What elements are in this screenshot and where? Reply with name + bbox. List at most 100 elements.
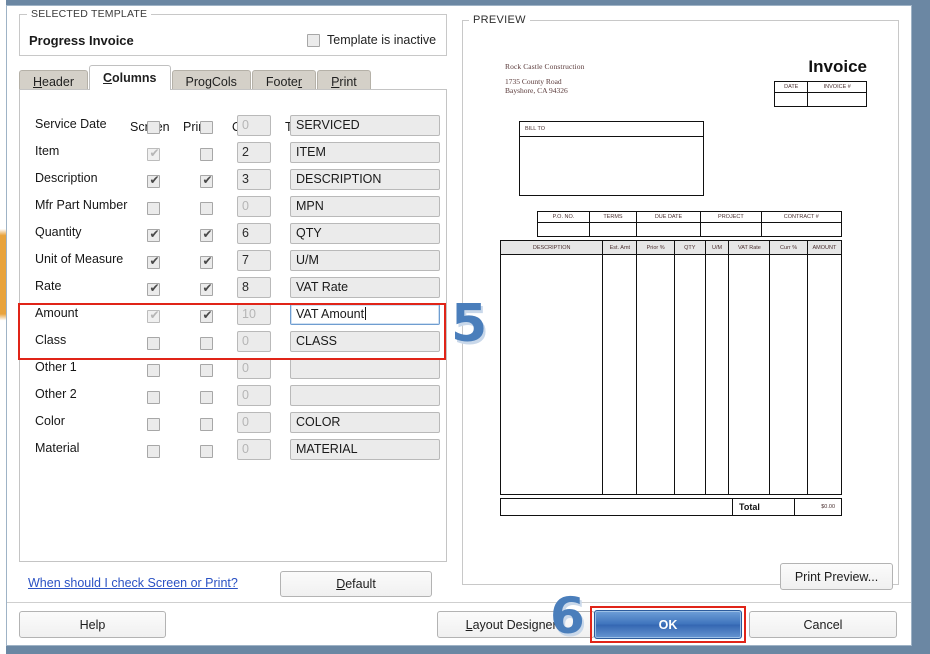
print-checkbox-cell [200,364,213,382]
title-input[interactable]: DESCRIPTION [290,169,440,190]
preview-legend: PREVIEW [469,14,530,26]
column-row: Other 2 0 [20,382,448,409]
screen-checkbox[interactable] [147,391,160,404]
title-input[interactable]: SERVICED [290,115,440,136]
print-checkbox[interactable] [200,445,213,458]
print-checkbox[interactable] [200,148,213,161]
screen-checkbox[interactable] [147,121,160,134]
order-input[interactable]: 0 [237,331,271,352]
title-input[interactable]: VAT Rate [290,277,440,298]
screen-checkbox[interactable] [147,418,160,431]
screen-checkbox[interactable] [147,173,161,188]
screen-checkbox[interactable] [147,202,160,215]
column-row-label: Description [35,171,98,185]
title-input[interactable]: CLASS [290,331,440,352]
print-checkbox[interactable] [200,227,214,242]
preview-date-value [773,92,809,107]
title-input[interactable]: ITEM [290,142,440,163]
title-input[interactable]: MPN [290,196,440,217]
order-input[interactable]: 8 [237,277,271,298]
screen-checkbox-cell [147,146,161,166]
print-checkbox[interactable] [200,281,214,296]
column-row: Item 2 ITEM [20,139,448,166]
column-row-label: Service Date [35,117,107,131]
preview-item-header: Prior % [636,240,675,255]
title-input[interactable]: U/M [290,250,440,271]
title-input[interactable]: QTY [290,223,440,244]
print-checkbox[interactable] [200,308,214,323]
column-row-label: Amount [35,306,79,320]
print-checkbox[interactable] [200,202,213,215]
order-input[interactable]: 2 [237,142,271,163]
preview-total-blank [500,498,733,516]
screen-checkbox[interactable] [147,227,161,242]
screen-print-help-link[interactable]: When should I check Screen or Print? [28,576,238,590]
order-input[interactable]: 0 [237,439,271,460]
tab-bar[interactable]: Header Columns Pro g Cols Foote r Print [19,65,372,92]
order-input[interactable]: 3 [237,169,271,190]
column-row-label: Unit of Measure [35,252,124,266]
title-input[interactable]: MATERIAL [290,439,440,460]
tab-columns[interactable]: Columns [89,65,171,90]
title-cell: CLASS [290,331,440,352]
title-input[interactable]: VAT Amount [290,304,440,325]
title-input[interactable]: COLOR [290,412,440,433]
screen-checkbox[interactable] [147,254,161,269]
screen-checkbox[interactable] [147,445,160,458]
screen-checkbox-cell [147,445,160,463]
order-cell: 10 [237,304,271,325]
template-inactive-row[interactable]: Template is inactive [307,33,436,47]
preview-item-header: AMOUNT [806,240,843,255]
preview-company-name: Rock Castle Construction [505,62,585,71]
order-input[interactable]: 10 [237,304,271,325]
screen-checkbox-cell [147,281,161,301]
print-checkbox[interactable] [200,337,213,350]
order-cell: 0 [237,412,271,433]
preview-meta-header: P.O. NO. [537,211,590,223]
column-row: Color 0 COLOR [20,409,448,436]
print-checkbox[interactable] [200,418,213,431]
print-checkbox[interactable] [200,364,213,377]
order-input[interactable]: 6 [237,223,271,244]
screen-checkbox[interactable] [147,337,160,350]
template-inactive-checkbox[interactable] [307,33,320,47]
title-cell [290,358,440,379]
screen-checkbox-cell [147,121,160,139]
screenshot-root: SELECTED TEMPLATE Progress Invoice Templ… [0,0,930,654]
help-button[interactable]: Help [19,611,166,638]
preview-items-table: DESCRIPTION Est. Amt Prior % QTY U/M VAT Rate… [499,240,843,495]
preview-meta-value [760,222,843,237]
order-input[interactable]: 0 [237,196,271,217]
order-input[interactable]: 0 [237,385,271,406]
title-cell: MPN [290,196,440,217]
order-input[interactable]: 0 [237,115,271,136]
print-preview-button[interactable]: Print Preview... [780,563,893,590]
print-checkbox[interactable] [200,173,214,188]
screen-checkbox[interactable] [147,281,161,296]
title-cell: QTY [290,223,440,244]
screen-checkbox[interactable] [147,364,160,377]
order-input[interactable]: 0 [237,412,271,433]
preview-item-cell [636,254,675,495]
preview-item-cell [728,254,771,495]
column-row: Other 1 0 [20,355,448,382]
title-input[interactable] [290,358,440,379]
ok-button[interactable]: OK [594,610,742,639]
default-button[interactable]: Default [280,571,432,597]
screen-checkbox-cell [147,173,161,193]
column-row: Service Date 0 SERVICED [20,112,448,139]
screen-checkbox[interactable] [147,308,161,323]
order-input[interactable]: 7 [237,250,271,271]
screen-checkbox[interactable] [147,146,161,161]
print-checkbox[interactable] [200,121,213,134]
columns-tab-panel: Screen Print Order Title Service Date 0 SE… [19,89,447,562]
order-input[interactable]: 0 [237,358,271,379]
cancel-button[interactable]: Cancel [749,611,897,638]
title-cell: ITEM [290,142,440,163]
print-checkbox[interactable] [200,254,214,269]
print-checkbox[interactable] [200,391,213,404]
columns-grid-header: Screen Print Order Title [20,90,448,134]
title-input[interactable] [290,385,440,406]
preview-meta-value [588,222,637,237]
preview-total-table: Total $0.00 [500,498,842,516]
